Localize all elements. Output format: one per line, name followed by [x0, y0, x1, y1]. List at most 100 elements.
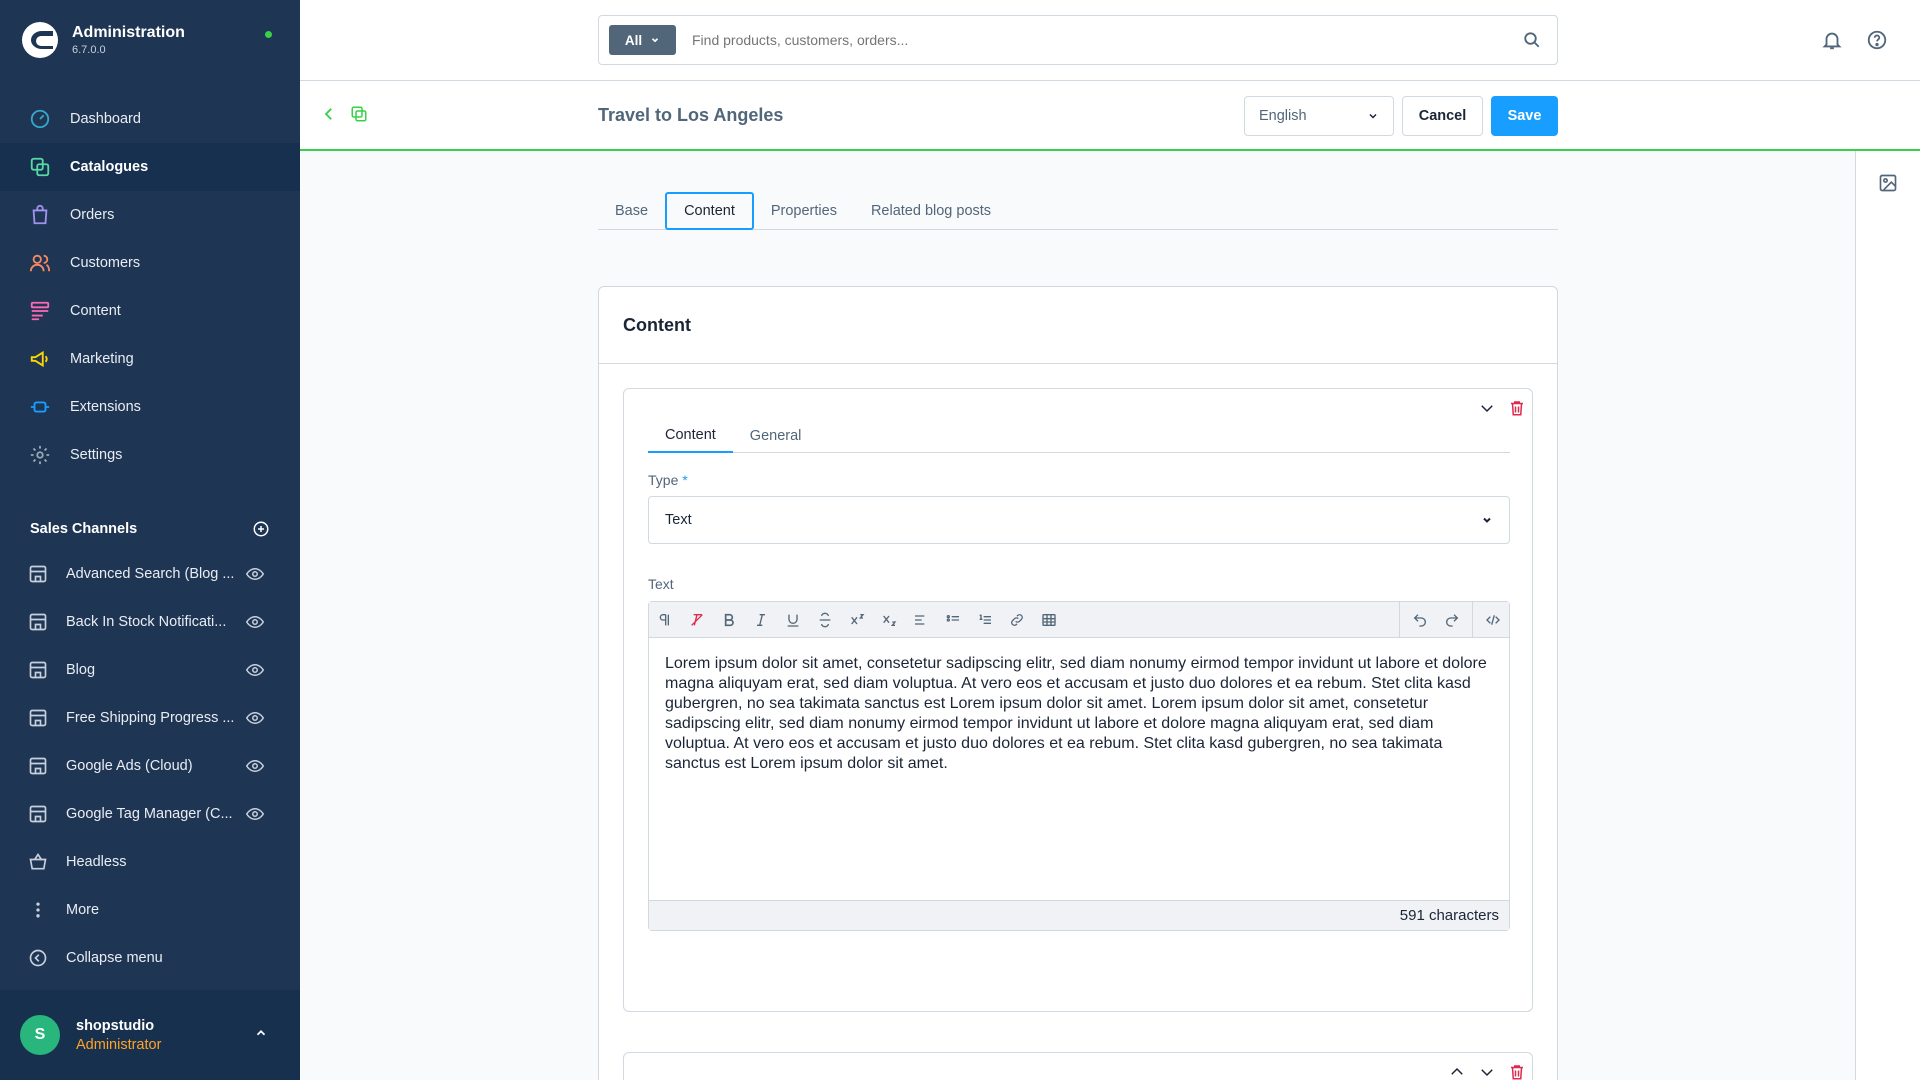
sales-channels-title: Sales Channels	[30, 521, 138, 537]
remove-format-button[interactable]	[681, 602, 713, 638]
chevron-down-icon[interactable]	[1478, 399, 1496, 417]
chevron-up-icon[interactable]	[254, 1026, 268, 1040]
sales-channel-item[interactable]: Free Shipping Progress ...	[0, 694, 300, 742]
tab-element-content[interactable]: Content	[648, 419, 733, 453]
nav-item-orders[interactable]: Orders	[0, 191, 300, 239]
sidebar: Administration 6.7.0.0 Dashboard Catalog…	[0, 0, 300, 1080]
nav-label: Extensions	[70, 399, 141, 415]
sales-channel-item[interactable]: Back In Stock Notificati...	[0, 598, 300, 646]
tab-properties[interactable]: Properties	[754, 192, 854, 230]
trash-icon[interactable]	[1508, 399, 1526, 417]
ordered-list-button[interactable]	[969, 602, 1001, 638]
sales-channel-item[interactable]: Headless	[0, 838, 300, 886]
nav-item-extensions[interactable]: Extensions	[0, 383, 300, 431]
required-mark: *	[682, 472, 688, 488]
chevron-down-icon	[1369, 113, 1377, 119]
trash-icon[interactable]	[1508, 1063, 1526, 1080]
page-title: Travel to Los Angeles	[598, 105, 784, 125]
unordered-list-button[interactable]	[937, 602, 969, 638]
tab-content[interactable]: Content	[665, 192, 754, 230]
underline-button[interactable]	[777, 602, 809, 638]
link-button[interactable]	[1001, 602, 1033, 638]
italic-icon	[757, 613, 765, 626]
numbered-list-icon	[979, 614, 991, 624]
language-switch[interactable]: English	[1244, 96, 1394, 136]
eye-icon[interactable]	[246, 565, 264, 583]
nav-item-catalogues[interactable]: Catalogues	[0, 143, 300, 191]
storefront-icon	[29, 661, 47, 679]
eye-icon[interactable]	[246, 805, 264, 823]
eye-icon[interactable]	[246, 709, 264, 727]
nav-item-marketing[interactable]: Marketing	[0, 335, 300, 383]
collapse-menu-button[interactable]: Collapse menu	[0, 934, 300, 982]
search-input[interactable]	[692, 32, 1512, 48]
storefront-icon	[29, 757, 47, 775]
eye-icon[interactable]	[246, 757, 264, 775]
brand[interactable]: Administration 6.7.0.0	[22, 22, 185, 58]
nav-label: Marketing	[70, 351, 134, 367]
paragraph-format-button[interactable]	[649, 602, 681, 638]
save-button[interactable]: Save	[1491, 96, 1558, 136]
user-menu[interactable]: S shopstudio Administrator	[0, 990, 300, 1080]
bell-icon[interactable]	[1821, 29, 1843, 51]
nav-label: Orders	[70, 207, 115, 223]
sales-channel-label: Google Tag Manager (C...	[66, 806, 233, 822]
eye-icon[interactable]	[246, 613, 264, 631]
superscript-button[interactable]	[841, 602, 873, 638]
main-nav: Dashboard Catalogues Orders Customers Co…	[0, 95, 300, 479]
chevron-down-icon[interactable]	[1478, 1063, 1496, 1080]
settings-icon	[28, 443, 52, 467]
eye-icon[interactable]	[246, 661, 264, 679]
search-icon[interactable]	[1523, 31, 1541, 49]
cancel-button[interactable]: Cancel	[1402, 96, 1483, 136]
customers-icon	[28, 251, 52, 275]
more-button[interactable]: More	[0, 886, 300, 934]
sales-channel-label: Blog	[66, 662, 96, 678]
nav-label: Dashboard	[70, 111, 141, 127]
undo-button[interactable]	[1404, 602, 1436, 638]
nav-item-settings[interactable]: Settings	[0, 431, 300, 479]
add-sales-channel-icon[interactable]	[252, 520, 270, 538]
user-role: Administrator	[76, 1036, 162, 1053]
sales-channel-item[interactable]: Advanced Search (Blog ...	[0, 550, 300, 598]
redo-button[interactable]	[1436, 602, 1468, 638]
avatar: S	[20, 1015, 60, 1055]
storefront-icon	[29, 805, 47, 823]
bold-button[interactable]	[713, 602, 745, 638]
more-dots-icon	[36, 902, 40, 918]
basket-icon	[29, 852, 47, 870]
sales-channel-item[interactable]: Google Ads (Cloud)	[0, 742, 300, 790]
marketing-icon	[28, 347, 52, 371]
tab-base[interactable]: Base	[598, 192, 665, 230]
nav-item-dashboard[interactable]: Dashboard	[0, 95, 300, 143]
editor-content[interactable]: Lorem ipsum dolor sit amet, consetetur s…	[649, 638, 1509, 900]
search-type-dropdown[interactable]: All	[609, 25, 676, 55]
text-editor: Lorem ipsum dolor sit amet, consetetur s…	[648, 601, 1510, 931]
collapse-icon	[29, 949, 47, 967]
subscript-button[interactable]	[873, 602, 905, 638]
arrow-left-icon[interactable]	[320, 105, 338, 123]
strikethrough-button[interactable]	[809, 602, 841, 638]
sales-channel-item[interactable]: Google Tag Manager (C...	[0, 790, 300, 838]
storefront-icon	[29, 565, 47, 583]
nav-item-customers[interactable]: Customers	[0, 239, 300, 287]
content-card: Content Content General Type * Text Text	[598, 286, 1558, 1080]
type-select[interactable]: Text	[648, 496, 1510, 544]
shopware-logo	[22, 22, 58, 58]
tab-element-general[interactable]: General	[733, 419, 819, 453]
nav-item-content[interactable]: Content	[0, 287, 300, 335]
chevron-up-icon[interactable]	[1448, 1063, 1466, 1080]
sales-channel-item[interactable]: Blog	[0, 646, 300, 694]
type-label: Type *	[648, 472, 688, 488]
copy-icon[interactable]	[350, 105, 368, 123]
align-button[interactable]	[905, 602, 937, 638]
tab-related-blog-posts[interactable]: Related blog posts	[854, 192, 1008, 230]
type-value: Text	[665, 512, 692, 528]
table-button[interactable]	[1033, 602, 1065, 638]
content-element	[623, 1052, 1533, 1080]
image-icon[interactable]	[1878, 173, 1898, 193]
italic-button[interactable]	[745, 602, 777, 638]
bold-icon	[724, 613, 734, 626]
code-view-button[interactable]	[1477, 602, 1509, 638]
help-icon[interactable]	[1866, 29, 1888, 51]
